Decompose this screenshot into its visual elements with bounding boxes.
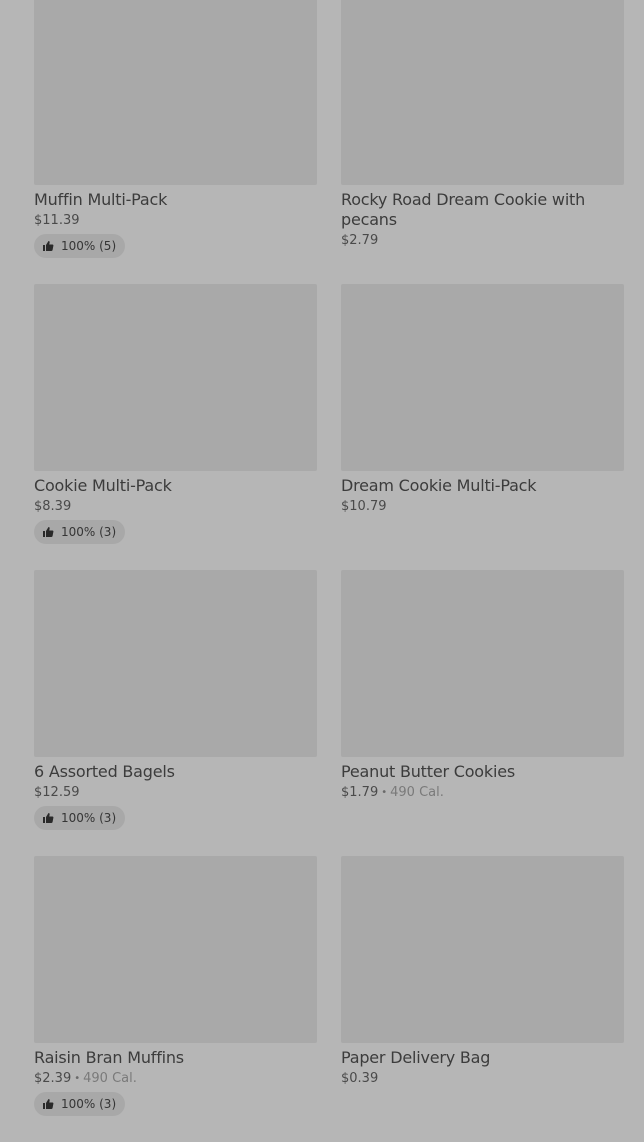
product-card[interactable]: Raisin Bran Muffins $2.39 • 490 Cal. 100% …	[34, 856, 317, 1142]
thumbs-up-icon	[43, 813, 54, 823]
thumbs-up-icon	[43, 241, 54, 251]
product-name: Cookie Multi-Pack	[34, 476, 172, 495]
product-price: $12.59	[34, 785, 80, 800]
rating-badge: 100% (3)	[34, 806, 126, 830]
product-price: $10.79	[341, 499, 387, 514]
product-price-line: $2.79	[341, 233, 624, 249]
rating-badge: 100% (5)	[34, 234, 126, 258]
rating-text: 100% (3)	[61, 1097, 117, 1111]
product-image[interactable]	[34, 284, 317, 471]
product-card[interactable]: Paper Delivery Bag $0.39	[341, 856, 624, 1142]
product-image[interactable]	[34, 856, 317, 1043]
rating-text: 100% (3)	[61, 811, 117, 825]
product-price: $1.79	[341, 785, 379, 800]
product-name: Peanut Butter Cookies	[341, 762, 515, 781]
product-image[interactable]	[341, 856, 624, 1043]
product-card[interactable]: Muffin Multi-Pack $11.39 100% (5)	[34, 0, 317, 284]
product-price: $2.79	[341, 233, 379, 248]
product-card[interactable]: 6 Assorted Bagels $12.59 100% (3)	[34, 570, 317, 856]
rating-badge: 100% (3)	[34, 1092, 126, 1116]
product-price-line: $8.39	[34, 499, 317, 515]
product-name: 6 Assorted Bagels	[34, 762, 175, 781]
product-price-line: $10.79	[341, 499, 624, 515]
product-calories: 490 Cal.	[83, 1071, 137, 1086]
product-price-line: $0.39	[341, 1071, 624, 1087]
rating-text: 100% (3)	[61, 525, 117, 539]
thumbs-up-icon	[43, 1099, 54, 1109]
product-price: $11.39	[34, 213, 80, 228]
product-name: Muffin Multi-Pack	[34, 190, 168, 209]
product-price-line: $11.39	[34, 213, 317, 229]
rating-badge: 100% (3)	[34, 520, 126, 544]
product-image[interactable]	[34, 0, 317, 185]
product-image[interactable]	[341, 0, 624, 185]
separator-dot: •	[381, 787, 388, 798]
product-image[interactable]	[34, 570, 317, 757]
thumbs-up-icon	[43, 527, 54, 537]
product-price-line: $1.79 • 490 Cal.	[341, 785, 624, 801]
product-grid: Muffin Multi-Pack $11.39 100% (5) Rocky …	[34, 0, 624, 1142]
product-card[interactable]: Peanut Butter Cookies $1.79 • 490 Cal.	[341, 570, 624, 856]
product-image[interactable]	[341, 284, 624, 471]
product-price-line: $2.39 • 490 Cal.	[34, 1071, 317, 1087]
product-card[interactable]: Dream Cookie Multi-Pack $10.79	[341, 284, 624, 570]
product-price: $0.39	[341, 1071, 379, 1086]
rating-text: 100% (5)	[61, 239, 117, 253]
product-name: Paper Delivery Bag	[341, 1048, 491, 1067]
product-name: Rocky Road Dream Cookie with pecans	[341, 190, 586, 229]
product-price: $8.39	[34, 499, 72, 514]
product-price-line: $12.59	[34, 785, 317, 801]
product-name: Raisin Bran Muffins	[34, 1048, 184, 1067]
product-card[interactable]: Cookie Multi-Pack $8.39 100% (3)	[34, 284, 317, 570]
product-image[interactable]	[341, 570, 624, 757]
product-card[interactable]: Rocky Road Dream Cookie with pecans $2.7…	[341, 0, 624, 284]
product-calories: 490 Cal.	[390, 785, 444, 800]
product-name: Dream Cookie Multi-Pack	[341, 476, 537, 495]
separator-dot: •	[74, 1073, 81, 1084]
product-price: $2.39	[34, 1071, 72, 1086]
